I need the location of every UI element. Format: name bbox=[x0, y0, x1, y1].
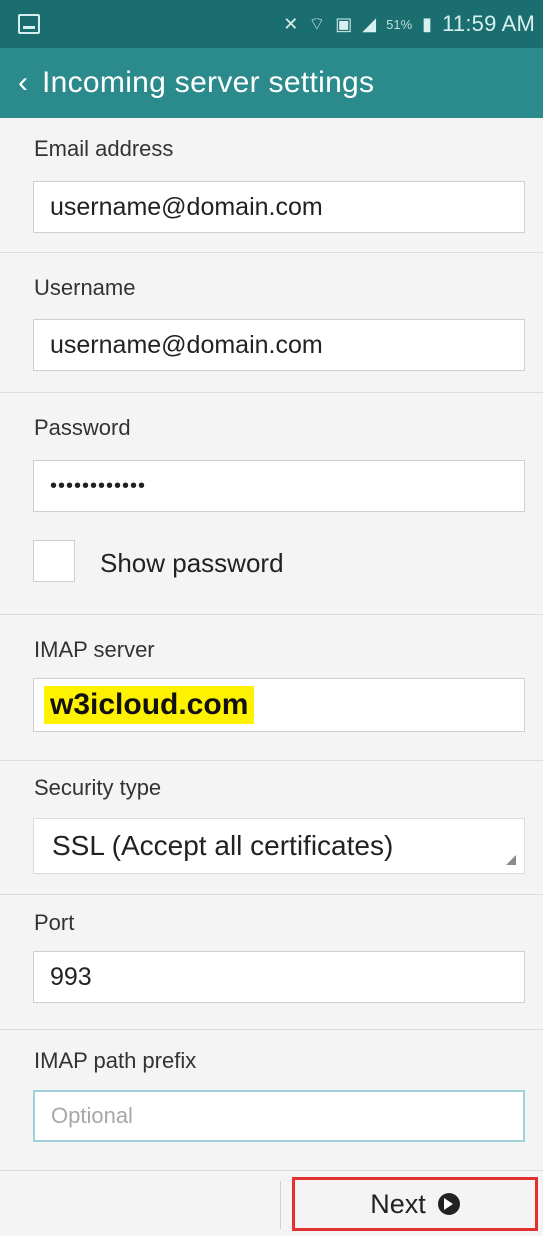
chevron-left-icon[interactable]: ‹ bbox=[18, 68, 28, 98]
email-label: Email address bbox=[34, 136, 174, 161]
security-type-value: SSL (Accept all certificates) bbox=[52, 830, 394, 861]
signal-icon: ◢ bbox=[362, 14, 377, 34]
footer-divider bbox=[280, 1181, 281, 1229]
username-field[interactable]: username@domain.com bbox=[33, 319, 525, 371]
email-field[interactable]: username@domain.com bbox=[33, 181, 525, 233]
next-button[interactable]: Next bbox=[292, 1177, 538, 1231]
security-type-dropdown[interactable]: SSL (Accept all certificates) bbox=[33, 818, 525, 874]
imap-path-prefix-field[interactable]: Optional bbox=[33, 1090, 525, 1142]
page-title: Incoming server settings bbox=[42, 66, 375, 99]
screenshot-icon bbox=[18, 14, 40, 34]
port-section: Port 993 bbox=[0, 895, 543, 1030]
username-label: Username bbox=[34, 275, 136, 300]
imap-section: IMAP server w3icloud.com bbox=[0, 615, 543, 761]
port-field[interactable]: 993 bbox=[33, 951, 525, 1003]
imap-server-field[interactable]: w3icloud.com bbox=[33, 678, 525, 732]
clock: 11:59 AM bbox=[442, 11, 535, 36]
email-section: Email address username@domain.com bbox=[0, 118, 543, 253]
imap-path-prefix-label: IMAP path prefix bbox=[34, 1048, 197, 1073]
username-section: Username username@domain.com bbox=[0, 253, 543, 393]
imap-server-value: w3icloud.com bbox=[44, 686, 255, 724]
bottom-bar: Next bbox=[0, 1170, 543, 1236]
password-section: Password •••••••••••• Show password bbox=[0, 393, 543, 615]
security-section: Security type SSL (Accept all certificat… bbox=[0, 761, 543, 895]
app-bar: ‹ Incoming server settings bbox=[0, 48, 543, 118]
mute-icon: ✕ bbox=[283, 14, 299, 34]
password-field[interactable]: •••••••••••• bbox=[33, 460, 525, 512]
next-label: Next bbox=[370, 1188, 426, 1219]
battery-percent: 51% bbox=[386, 16, 413, 32]
wifi-icon: ⌔ bbox=[308, 14, 326, 34]
prefix-placeholder: Optional bbox=[51, 1103, 133, 1128]
imap-server-label: IMAP server bbox=[34, 637, 155, 662]
prefix-section: IMAP path prefix Optional bbox=[0, 1030, 543, 1170]
port-label: Port bbox=[34, 910, 75, 935]
battery-icon: ▮ bbox=[422, 14, 433, 34]
status-bar: ✕ ⌔ ▣ ◢ 51% ▮ 11:59 AM bbox=[0, 0, 543, 48]
status-icons: ✕ ⌔ ▣ ◢ 51% ▮ 11:59 AM bbox=[283, 11, 535, 37]
arrow-right-circle-icon bbox=[437, 1193, 460, 1215]
password-label: Password bbox=[34, 415, 131, 440]
dropdown-corner-icon bbox=[506, 855, 516, 865]
show-password-checkbox[interactable] bbox=[33, 540, 75, 582]
security-type-label: Security type bbox=[34, 775, 162, 800]
sim-icon: ▣ bbox=[335, 14, 353, 34]
show-password-label[interactable]: Show password bbox=[100, 548, 284, 579]
